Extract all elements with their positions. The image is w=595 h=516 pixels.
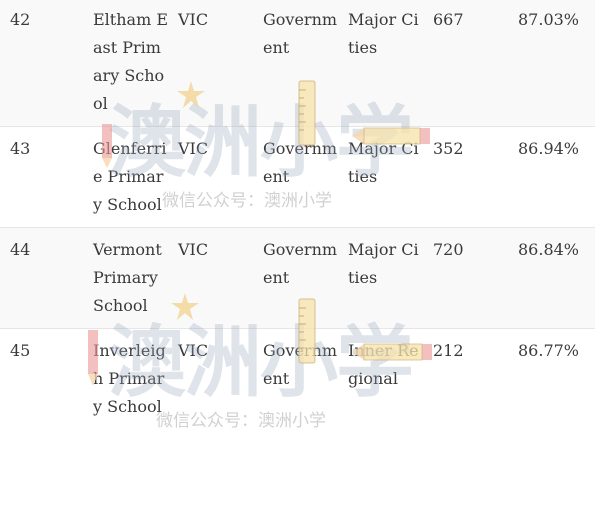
state-cell: VIC (178, 341, 209, 360)
rank-cell: 42 (0, 0, 84, 127)
score-cell: 87.03% (509, 0, 595, 127)
location-cell: Major Cities (339, 0, 424, 127)
table-row: 43 Glenferrie Primary School VIC Governm… (0, 126, 595, 228)
state-cell: VIC (169, 0, 254, 127)
rank-cell: 43 (0, 126, 84, 228)
score-cell: 86.84% (509, 227, 595, 329)
enrolments-cell: 667 (424, 0, 509, 127)
school-name-cell: Eltham East Primary School (84, 0, 169, 127)
ranking-table: 42 Eltham East Primary School VIC Govern… (0, 0, 595, 429)
rank-cell: 44 (0, 227, 84, 329)
table-row: 45 Inverleigh Primary School VIC Governm… (0, 329, 595, 430)
location-cell: Major Cities (339, 126, 424, 228)
school-name-cell: Vermont Primary School (84, 227, 169, 329)
enrolments-cell: 352 (424, 126, 509, 228)
sector-cell: Government (254, 227, 339, 329)
school-name-cell: Inverleigh Primary School (93, 341, 166, 416)
table-row: 44 Vermont Primary School VIC Government… (0, 227, 595, 329)
score-cell: 86.94% (509, 126, 595, 228)
sector-cell: Government (263, 341, 338, 388)
location-cell: Inner Regional (348, 341, 419, 388)
state-cell: VIC (169, 126, 254, 228)
enrolments-cell: 720 (424, 227, 509, 329)
sector-cell: Government (254, 126, 339, 228)
score-cell: 86.77% (518, 341, 580, 360)
enrolments-cell: 212 (433, 341, 464, 360)
table-row: 42 Eltham East Primary School VIC Govern… (0, 0, 595, 127)
location-cell: Major Cities (339, 227, 424, 329)
sector-cell: Government (254, 0, 339, 127)
school-name-cell: Glenferrie Primary School (84, 126, 169, 228)
rank-cell: 45 (10, 341, 31, 360)
state-cell: VIC (169, 227, 254, 329)
